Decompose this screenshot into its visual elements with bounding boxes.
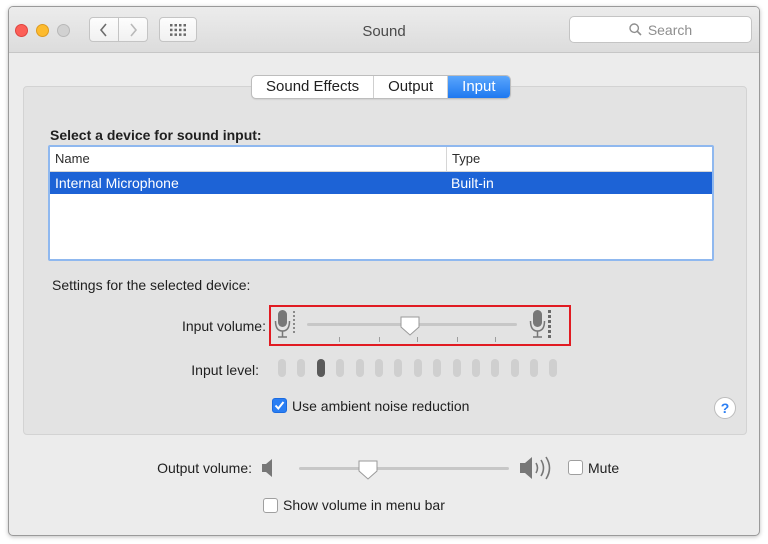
device-section-title: Select a device for sound input: <box>50 127 262 143</box>
device-table[interactable]: Name Type Internal Microphone Built-in <box>48 145 714 261</box>
ambient-noise-checkbox[interactable] <box>272 398 287 413</box>
device-name-cell: Internal Microphone <box>55 175 179 191</box>
settings-label: Settings for the selected device: <box>52 277 251 293</box>
show-volume-label[interactable]: Show volume in menu bar <box>283 497 445 513</box>
input-level-cell <box>530 359 539 377</box>
input-level-cell <box>491 359 500 377</box>
input-level-cell <box>355 359 364 377</box>
input-level-meter <box>278 359 569 377</box>
input-level-label: Input level: <box>191 362 259 378</box>
input-level-cell <box>471 359 480 377</box>
input-level-cell <box>278 359 286 377</box>
column-header-name[interactable]: Name <box>55 147 445 171</box>
search-field[interactable]: Search <box>569 16 752 43</box>
help-button[interactable]: ? <box>714 397 736 419</box>
input-level-cell <box>413 359 422 377</box>
output-volume-label: Output volume: <box>157 460 252 476</box>
tab-sound-effects[interactable]: Sound Effects <box>252 76 375 98</box>
input-level-cell <box>316 359 325 377</box>
output-volume-knob[interactable] <box>357 459 379 481</box>
input-level-cell <box>336 359 345 377</box>
ambient-noise-label[interactable]: Use ambient noise reduction <box>292 398 469 414</box>
input-volume-knob[interactable] <box>399 315 421 337</box>
show-volume-checkbox[interactable] <box>263 498 278 513</box>
input-level-cell <box>549 359 558 377</box>
input-level-cell <box>394 359 403 377</box>
speaker-low-icon <box>262 459 272 477</box>
input-level-cell <box>374 359 383 377</box>
search-placeholder: Search <box>647 21 693 38</box>
microphone-low-icon <box>274 310 295 338</box>
speaker-high-icon <box>520 456 551 480</box>
mute-checkbox[interactable] <box>568 460 583 475</box>
input-panel: Select a device for sound input: Name Ty… <box>23 86 747 435</box>
input-level-cell <box>452 359 461 377</box>
input-level-cell <box>510 359 519 377</box>
table-row[interactable]: Internal Microphone Built-in <box>50 172 712 194</box>
input-volume-ticks <box>307 337 517 343</box>
search-icon <box>629 23 642 36</box>
input-level-cell <box>433 359 442 377</box>
checkmark-icon <box>274 401 285 411</box>
tab-output[interactable]: Output <box>374 76 449 98</box>
tab-input[interactable]: Input <box>448 76 510 98</box>
microphone-high-icon <box>529 310 551 338</box>
output-volume-slider[interactable] <box>299 467 509 470</box>
tab-bar: Sound Effects Output Input <box>251 75 511 99</box>
sound-preferences-window: Sound Search Sound Effects Output Input … <box>8 6 760 536</box>
input-volume-label: Input volume: <box>181 318 266 334</box>
device-type-cell: Built-in <box>451 175 494 191</box>
column-header-type[interactable]: Type <box>446 147 711 171</box>
title-bar: Sound Search <box>9 7 759 53</box>
input-level-cell <box>297 359 306 377</box>
mute-label[interactable]: Mute <box>588 460 619 476</box>
